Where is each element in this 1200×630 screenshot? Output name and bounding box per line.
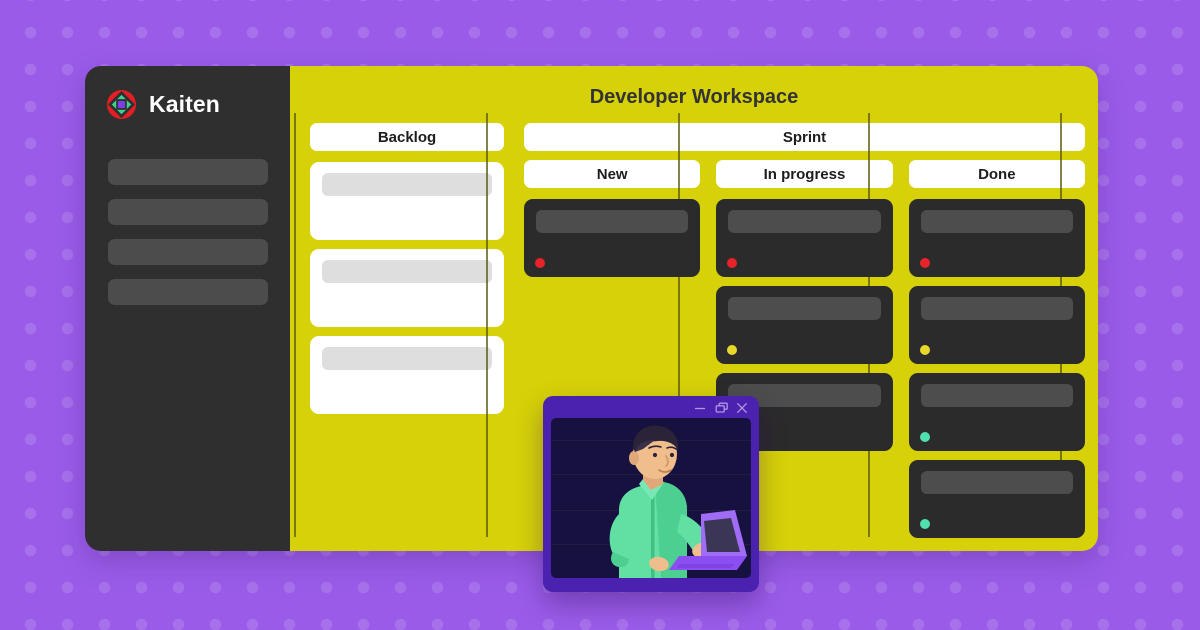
sidebar: Kaiten [85, 66, 290, 551]
card-title-placeholder [728, 297, 881, 320]
card-status-dot [919, 432, 930, 442]
card-title-placeholder [920, 471, 1073, 494]
developer-with-laptop-illustration [609, 425, 747, 578]
card-title-placeholder [920, 384, 1073, 407]
minimize-icon[interactable] [694, 401, 706, 413]
sidebar-item-1[interactable] [108, 159, 268, 185]
brand[interactable]: Kaiten [85, 66, 290, 120]
column-header-sprint[interactable]: Sprint [524, 123, 1085, 151]
card[interactable] [908, 286, 1085, 364]
card-status-dot [727, 258, 738, 268]
sidebar-item-3[interactable] [108, 239, 268, 265]
sidebar-item-2[interactable] [108, 199, 268, 225]
page-canvas: Kaiten Developer Workspace Backlog Sprin… [0, 0, 1200, 630]
brand-name: Kaiten [149, 90, 220, 117]
card-title-placeholder [536, 210, 689, 233]
sidebar-item-4[interactable] [108, 279, 268, 305]
card-title-placeholder [322, 260, 492, 283]
column-header-done[interactable]: Done [908, 160, 1085, 188]
card[interactable] [716, 286, 893, 364]
card[interactable] [310, 336, 504, 414]
window-titlebar [543, 396, 759, 418]
window-screen [551, 418, 751, 578]
column-divider-backlog [486, 113, 488, 537]
card[interactable] [310, 249, 504, 327]
card[interactable] [716, 199, 893, 277]
video-call-window[interactable] [543, 396, 759, 592]
card-status-dot [919, 519, 930, 529]
backlog-card-list [310, 162, 504, 414]
card-status-dot [919, 258, 930, 268]
sidebar-nav [85, 159, 290, 305]
column-divider-left [294, 113, 296, 537]
card[interactable] [310, 162, 504, 240]
column-header-inprogress[interactable]: In progress [716, 160, 893, 188]
column-header-new[interactable]: New [524, 160, 701, 188]
kaiten-logo-icon [106, 89, 137, 120]
card-title-placeholder [920, 297, 1073, 320]
card-title-placeholder [728, 210, 881, 233]
restore-window-icon[interactable] [715, 401, 728, 413]
card-status-dot [919, 345, 930, 355]
card[interactable] [908, 460, 1085, 538]
column-backlog: Backlog [310, 123, 504, 551]
card-title-placeholder [322, 347, 492, 370]
page-title: Developer Workspace [589, 86, 799, 108]
column-header-backlog[interactable]: Backlog [310, 123, 504, 151]
card[interactable] [524, 199, 701, 277]
card-status-dot [727, 345, 738, 355]
card-title-placeholder [920, 210, 1073, 233]
close-icon[interactable] [736, 401, 748, 414]
card[interactable] [908, 373, 1085, 451]
card-title-placeholder [322, 173, 492, 196]
sprint-lane-headers: New In progress Done [524, 160, 1085, 188]
card-status-dot [535, 258, 545, 268]
card[interactable] [908, 199, 1085, 277]
lane-done [908, 199, 1085, 551]
